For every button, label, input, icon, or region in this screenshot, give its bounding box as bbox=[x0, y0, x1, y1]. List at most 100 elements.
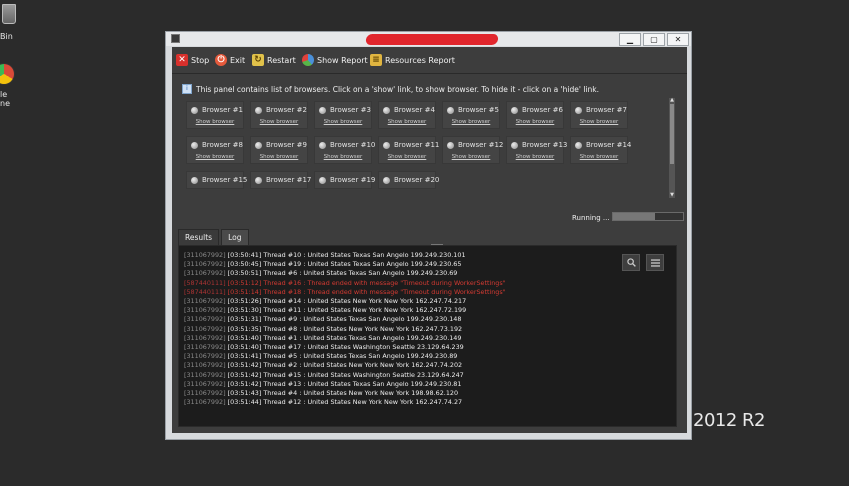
show-browser-link[interactable]: Show browser bbox=[507, 154, 563, 160]
browser-title-row: Browser #10 bbox=[319, 141, 375, 149]
exit-label: Exit bbox=[230, 55, 246, 65]
log-line: [311067992] [03:51:44] Thread #12 : Unit… bbox=[184, 398, 506, 407]
globe-icon bbox=[191, 106, 198, 114]
redacted-title bbox=[365, 34, 499, 45]
scroll-down-icon[interactable]: ▼ bbox=[669, 193, 675, 198]
log-line: [587440111] [03:51:14] Thread #18 : Thre… bbox=[184, 288, 506, 297]
browser-title-row: Browser #5 bbox=[447, 106, 499, 114]
show-browser-link[interactable]: Show browser bbox=[315, 154, 371, 160]
log-line: [311067992] [03:51:35] Thread #8 : Unite… bbox=[184, 325, 506, 334]
log-pid: [311067992] bbox=[184, 260, 226, 269]
show-browser-link[interactable]: Show browser bbox=[379, 119, 435, 125]
log-pid: [587440111] bbox=[184, 278, 226, 287]
browser-title-row: Browser #8 bbox=[191, 141, 243, 149]
log-line: [311067992] [03:51:42] Thread #2 : Unite… bbox=[184, 361, 506, 370]
show-browser-link[interactable]: Show browser bbox=[571, 119, 627, 125]
browsers-panel: i This panel contains list of browsers. … bbox=[178, 80, 681, 246]
show-browser-link[interactable]: Show browser bbox=[379, 154, 435, 160]
browser-card: Browser #11 Show browser bbox=[378, 136, 439, 164]
menu-icon bbox=[650, 258, 660, 267]
browser-card: Browser #5 Show browser bbox=[442, 101, 500, 129]
scrollbar-thumb[interactable] bbox=[670, 104, 674, 164]
browser-title-row: Browser #13 bbox=[511, 141, 567, 149]
tab-log[interactable]: Log bbox=[221, 229, 249, 246]
show-browser-link[interactable]: Show browser bbox=[571, 154, 627, 160]
chrome-label: le ne bbox=[0, 90, 10, 108]
search-button[interactable] bbox=[622, 254, 640, 271]
log-line: [311067992] [03:51:40] Thread #1 : Unite… bbox=[184, 334, 506, 343]
window-content: ✕ Stop ⏻ Exit ↻ Restart Show Report ≡ Re… bbox=[172, 47, 687, 433]
show-browser-link[interactable]: Show browser bbox=[443, 154, 499, 160]
globe-icon bbox=[575, 106, 582, 114]
browser-card: Browser #12 Show browser bbox=[442, 136, 503, 164]
show-browser-link[interactable]: Show browser bbox=[251, 119, 307, 125]
browser-card: Browser #10 Show browser bbox=[314, 136, 375, 164]
tab-results[interactable]: Results bbox=[178, 229, 220, 246]
maximize-button[interactable]: ▢ bbox=[643, 33, 665, 46]
stop-icon: ✕ bbox=[176, 54, 188, 66]
toolbar: ✕ Stop ⏻ Exit ↻ Restart Show Report ≡ Re… bbox=[172, 47, 687, 74]
log-text: [03:50:45] Thread #19 : United States Te… bbox=[227, 260, 462, 269]
show-report-button[interactable]: Show Report bbox=[302, 53, 368, 67]
log-text: [03:51:35] Thread #8 : United States New… bbox=[227, 324, 463, 333]
log-pid: [311067992] bbox=[184, 315, 226, 324]
log-pid: [311067992] bbox=[184, 251, 226, 259]
log-pid: [311067992] bbox=[184, 352, 226, 361]
browser-title-row: Browser #9 bbox=[255, 141, 307, 149]
resources-report-button[interactable]: ≡ Resources Report bbox=[370, 53, 455, 67]
browser-name: Browser #14 bbox=[586, 141, 632, 149]
close-button[interactable]: ✕ bbox=[667, 33, 689, 46]
title-bar[interactable]: ▁ ▢ ✕ bbox=[166, 32, 691, 46]
restart-button[interactable]: ↻ Restart bbox=[252, 53, 296, 67]
log-text: [03:51:12] Thread #16 : Thread ended wit… bbox=[227, 278, 506, 287]
show-browser-link[interactable]: Show browser bbox=[507, 119, 563, 125]
show-browser-link[interactable]: Show browser bbox=[443, 119, 499, 125]
status-text: Running ... bbox=[572, 214, 610, 222]
recycle-bin-icon[interactable]: Bin bbox=[0, 4, 26, 46]
browser-name: Browser #7 bbox=[586, 106, 627, 114]
log-line: [587440111] [03:51:12] Thread #16 : Thre… bbox=[184, 279, 506, 288]
globe-icon bbox=[447, 141, 454, 149]
browser-name: Browser #8 bbox=[202, 141, 243, 149]
log-pid: [587440111] bbox=[184, 287, 226, 296]
app-window: ▁ ▢ ✕ ✕ Stop ⏻ Exit ↻ Restart Show Repor… bbox=[165, 31, 692, 440]
browser-card: Browser #14 Show browser bbox=[570, 136, 631, 164]
exit-button[interactable]: ⏻ Exit bbox=[215, 53, 245, 67]
browser-name: Browser #1 bbox=[202, 106, 243, 114]
log-pid: [311067992] bbox=[184, 343, 226, 352]
search-icon bbox=[626, 258, 636, 267]
browser-card: Browser #17 bbox=[250, 171, 311, 189]
info-icon: i bbox=[182, 84, 192, 94]
chrome-desktop-icon[interactable]: le ne bbox=[0, 64, 26, 110]
browser-name: Browser #4 bbox=[394, 106, 435, 114]
show-browser-link[interactable]: Show browser bbox=[315, 119, 371, 125]
log-line: [311067992] [03:50:45] Thread #19 : Unit… bbox=[184, 260, 506, 269]
browser-title-row: Browser #14 bbox=[575, 141, 631, 149]
browser-title-row: Browser #19 bbox=[319, 176, 375, 184]
log-pid: [311067992] bbox=[184, 389, 226, 398]
menu-button[interactable] bbox=[646, 254, 664, 271]
show-browser-link[interactable]: Show browser bbox=[187, 154, 243, 160]
globe-icon bbox=[319, 141, 326, 149]
browser-name: Browser #19 bbox=[330, 176, 376, 184]
panel-info-text: This panel contains list of browsers. Cl… bbox=[196, 84, 599, 94]
restart-label: Restart bbox=[267, 55, 296, 65]
browser-title-row: Browser #6 bbox=[511, 106, 563, 114]
browser-title-row: Browser #2 bbox=[255, 106, 307, 114]
panel-info: i This panel contains list of browsers. … bbox=[182, 84, 599, 94]
show-browser-link[interactable]: Show browser bbox=[251, 154, 307, 160]
panel-scrollbar[interactable]: ▲ ▼ bbox=[669, 98, 675, 198]
log-line: [311067992] [03:51:31] Thread #9 : Unite… bbox=[184, 315, 506, 324]
scroll-up-icon[interactable]: ▲ bbox=[669, 98, 675, 103]
browser-name: Browser #3 bbox=[330, 106, 371, 114]
show-browser-link[interactable]: Show browser bbox=[187, 119, 243, 125]
minimize-button[interactable]: ▁ bbox=[619, 33, 641, 46]
app-icon bbox=[171, 34, 180, 43]
browser-title-row: Browser #20 bbox=[383, 176, 439, 184]
stop-button[interactable]: ✕ Stop bbox=[176, 53, 209, 67]
log-pid: [311067992] bbox=[184, 361, 226, 370]
browser-grid: Browser #1 Show browser Browser #2 Show bro… bbox=[186, 101, 673, 196]
tab-strip: Results Log bbox=[178, 229, 251, 246]
globe-icon bbox=[191, 176, 198, 184]
log-text: [03:51:42] Thread #2 : United States New… bbox=[227, 361, 463, 370]
